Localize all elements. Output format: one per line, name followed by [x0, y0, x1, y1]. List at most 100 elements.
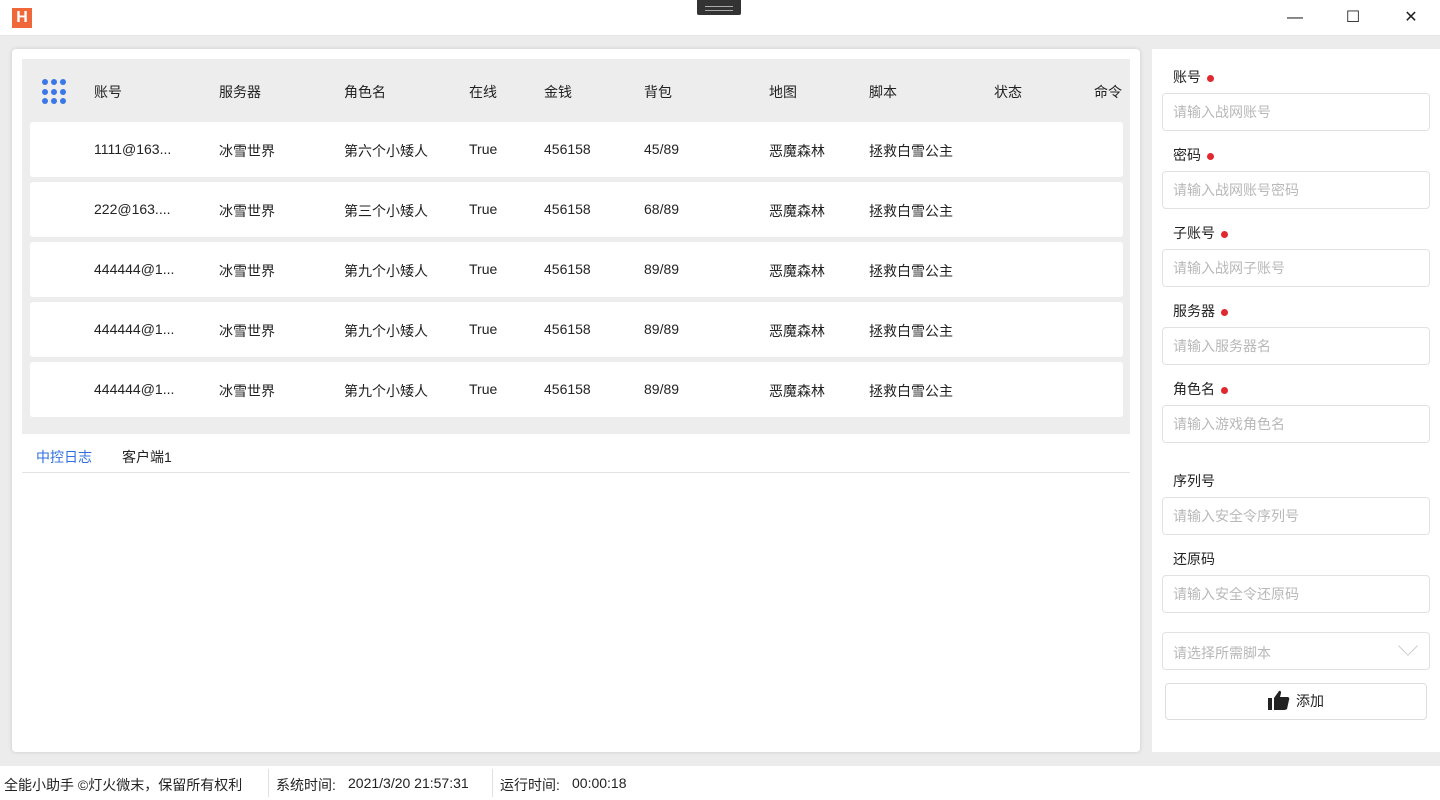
table-cell: 冰雪世界	[219, 383, 275, 399]
table-cell: 444444@1...	[94, 381, 175, 397]
table-cell: True	[469, 201, 498, 217]
field-label-text: 序列号	[1173, 473, 1215, 489]
column-header[interactable]: 背包	[644, 82, 672, 102]
table-cell: 89/89	[644, 261, 680, 277]
input-placeholder: 请输入服务器名	[1173, 338, 1271, 354]
required-dot-icon	[1221, 386, 1228, 394]
add-button[interactable]: 添加	[1165, 683, 1427, 720]
column-header[interactable]: 角色名	[344, 82, 386, 102]
serial-label: 序列号	[1173, 471, 1215, 491]
column-header[interactable]: 命令	[1094, 82, 1122, 102]
grid-menu-icon[interactable]	[42, 79, 68, 105]
account-label: 账号	[1173, 67, 1214, 87]
table-cell: 456158	[544, 141, 591, 157]
input-placeholder: 请输入安全令序列号	[1173, 508, 1299, 524]
column-header[interactable]: 状态	[994, 82, 1022, 102]
run-time: 00:00:18	[572, 775, 627, 791]
table-row[interactable]: 444444@1... 冰雪世界 第九个小矮人 True 456158 89/89 恶魔森林…	[30, 242, 1123, 297]
sub-account-label: 子账号	[1173, 223, 1228, 243]
close-button[interactable]: ✕	[1382, 0, 1440, 36]
table-cell: 恶魔森林	[769, 383, 825, 399]
input-placeholder: 请输入战网子账号	[1173, 260, 1285, 276]
table-cell: 恶魔森林	[769, 143, 825, 159]
restore-code-input[interactable]: 请输入安全令还原码	[1162, 575, 1430, 613]
column-header[interactable]: 服务器	[219, 82, 261, 102]
tab-client-1[interactable]: 客户端1	[122, 447, 172, 467]
password-label: 密码	[1173, 145, 1214, 165]
table-cell: 冰雪世界	[219, 203, 275, 219]
maximize-button[interactable]: ☐	[1324, 0, 1382, 36]
table-cell: True	[469, 381, 498, 397]
required-dot-icon	[1221, 308, 1228, 316]
table-cell: 456158	[544, 201, 591, 217]
add-button-label: 添加	[1296, 693, 1324, 709]
table-row[interactable]: 1111@163... 冰雪世界 第六个小矮人 True 456158 45/89 恶魔森林…	[30, 122, 1123, 177]
account-form: 账号 请输入战网账号 密码 请输入战网账号密码 子账号 请输入战网子账号 服务器…	[1152, 49, 1440, 752]
table-row[interactable]: 444444@1... 冰雪世界 第九个小矮人 True 456158 89/89 恶魔森林…	[30, 362, 1123, 417]
tab-central-log[interactable]: 中控日志	[36, 447, 92, 467]
server-input[interactable]: 请输入服务器名	[1162, 327, 1430, 365]
table-cell: 444444@1...	[94, 261, 175, 277]
input-placeholder: 请输入战网账号	[1173, 104, 1271, 120]
title-bar: H — ☐ ✕	[0, 0, 1440, 36]
table-row[interactable]: 222@163.... 冰雪世界 第三个小矮人 True 456158 68/89 恶魔森林…	[30, 182, 1123, 237]
table-cell: 冰雪世界	[219, 263, 275, 279]
script-select[interactable]: 请选择所需脚本	[1162, 632, 1430, 670]
app-logo: H	[12, 8, 32, 28]
status-divider	[268, 769, 269, 797]
column-header[interactable]: 脚本	[869, 82, 897, 102]
table-cell: 68/89	[644, 201, 680, 217]
table-cell: 拯救白雪公主	[869, 263, 953, 279]
field-label-text: 服务器	[1173, 303, 1215, 319]
table-cell: 拯救白雪公主	[869, 143, 953, 159]
password-input[interactable]: 请输入战网账号密码	[1162, 171, 1430, 209]
table-cell: 拯救白雪公主	[869, 323, 953, 339]
table-cell: 拯救白雪公主	[869, 383, 953, 399]
table-cell: 222@163....	[94, 201, 171, 217]
run-time-label: 运行时间:	[500, 777, 560, 793]
table-header: 账号 服务器 角色名 在线 金钱 背包 地图 脚本 状态 命令	[22, 59, 1130, 121]
system-time-label: 系统时间:	[276, 777, 336, 793]
table-cell: 45/89	[644, 141, 680, 157]
role-name-label: 角色名	[1173, 379, 1228, 399]
role-name-input[interactable]: 请输入游戏角色名	[1162, 405, 1430, 443]
table-cell: 第九个小矮人	[344, 263, 428, 279]
table-cell: 第三个小矮人	[344, 203, 428, 219]
system-time: 2021/3/20 21:57:31	[348, 775, 469, 791]
table-cell: 第六个小矮人	[344, 143, 428, 159]
chevron-down-icon	[1398, 636, 1418, 656]
required-dot-icon	[1221, 230, 1228, 238]
table-cell: 恶魔森林	[769, 263, 825, 279]
table-cell: 冰雪世界	[219, 323, 275, 339]
table-row[interactable]: 444444@1... 冰雪世界 第九个小矮人 True 456158 89/89 恶魔森林…	[30, 302, 1123, 357]
table-cell: 89/89	[644, 381, 680, 397]
serial-input[interactable]: 请输入安全令序列号	[1162, 497, 1430, 535]
minimize-button[interactable]: —	[1266, 0, 1324, 36]
column-header[interactable]: 账号	[94, 82, 122, 102]
account-input[interactable]: 请输入战网账号	[1162, 93, 1430, 131]
column-header[interactable]: 地图	[769, 82, 797, 102]
column-header[interactable]: 在线	[469, 82, 497, 102]
status-divider	[492, 769, 493, 797]
input-placeholder: 请输入安全令还原码	[1173, 586, 1299, 602]
field-label-text: 密码	[1173, 147, 1201, 163]
drag-handle[interactable]	[697, 0, 741, 15]
copyright-text: 全能小助手 ©灯火微末，保留所有权利	[4, 777, 243, 793]
required-dot-icon	[1207, 152, 1214, 160]
table-cell: 444444@1...	[94, 321, 175, 337]
thumbs-up-icon	[1268, 690, 1290, 710]
table-cell: 456158	[544, 321, 591, 337]
table-cell: True	[469, 321, 498, 337]
sub-account-input[interactable]: 请输入战网子账号	[1162, 249, 1430, 287]
table-cell: 冰雪世界	[219, 143, 275, 159]
input-placeholder: 请输入战网账号密码	[1173, 182, 1299, 198]
table-cell: 1111@163...	[94, 141, 172, 157]
table-cell: 456158	[544, 261, 591, 277]
table-cell: 456158	[544, 381, 591, 397]
input-placeholder: 请输入游戏角色名	[1173, 416, 1285, 432]
table-cell: 89/89	[644, 321, 680, 337]
script-select-placeholder: 请选择所需脚本	[1173, 645, 1271, 661]
field-label-text: 子账号	[1173, 225, 1215, 241]
column-header[interactable]: 金钱	[544, 82, 572, 102]
field-label-text: 角色名	[1173, 381, 1215, 397]
